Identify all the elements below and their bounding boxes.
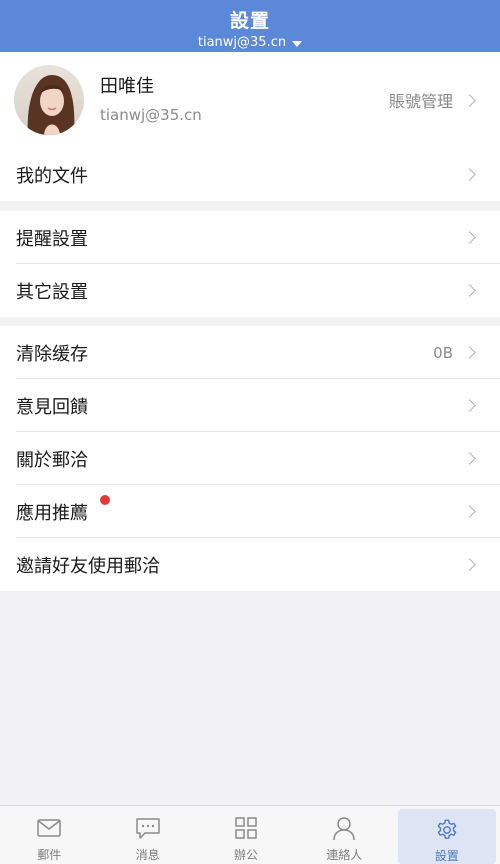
avatar[interactable] <box>14 65 84 135</box>
account-manage-link[interactable]: 賬號管理 <box>388 88 476 112</box>
menu-item-clear-cache[interactable]: 清除缓存 0B <box>0 326 500 379</box>
tab-label: 消息 <box>135 848 160 862</box>
menu-item-invite-friends[interactable]: 邀請好友使用郵洽 <box>0 538 500 591</box>
menu-item-label: 其它設置 <box>16 281 88 303</box>
menu-item-my-files[interactable]: 我的文件 <box>0 148 500 201</box>
chevron-right-icon <box>463 346 476 359</box>
gear-icon <box>437 819 457 839</box>
bottom-tab-bar: 郵件 消息 辦公 連絡人 設置 <box>0 805 500 864</box>
settings-group-files: 我的文件 <box>0 148 500 201</box>
account-email: tianwj@35.cn <box>197 35 287 50</box>
menu-item-label: 關於郵洽 <box>16 449 88 471</box>
profile-card[interactable]: 田唯佳 tianwj@35.cn 賬號管理 <box>0 52 500 148</box>
menu-item-label-text: 應用推薦 <box>16 502 88 524</box>
chevron-right-icon <box>463 93 476 107</box>
profile-email: tianwj@35.cn <box>100 106 202 124</box>
menu-item-label: 清除缓存 <box>16 343 88 365</box>
tab-label: 連絡人 <box>326 848 363 862</box>
account-manage-label: 賬號管理 <box>388 92 453 111</box>
caret-down-icon <box>292 41 303 47</box>
top-bar: 設置 tianwj@35.cn <box>0 0 500 52</box>
profile-name: 田唯佳 <box>100 76 154 97</box>
chevron-right-icon <box>463 399 476 412</box>
menu-item-label: 邀請好友使用郵洽 <box>16 555 160 577</box>
contact-icon <box>333 817 356 841</box>
page-title: 設置 <box>229 10 270 32</box>
chevron-right-icon <box>463 558 476 571</box>
tab-settings[interactable]: 設置 <box>397 809 497 864</box>
menu-item-label: 提醒設置 <box>16 228 88 250</box>
chevron-right-icon <box>463 452 476 465</box>
menu-item-reminder-settings[interactable]: 提醒設置 <box>0 211 500 264</box>
account-switcher[interactable]: tianwj@35.cn <box>197 35 303 51</box>
chevron-right-icon <box>463 505 476 518</box>
menu-item-about[interactable]: 關於郵洽 <box>0 432 500 485</box>
menu-item-feedback[interactable]: 意見回饋 <box>0 379 500 432</box>
tab-contacts[interactable]: 連絡人 <box>295 806 393 864</box>
menu-item-recommended-apps[interactable]: 應用推薦 <box>0 485 500 538</box>
menu-item-label: 意見回饋 <box>16 396 88 418</box>
profile-info: 田唯佳 tianwj@35.cn <box>100 76 389 124</box>
cache-size-value: 0B <box>433 343 453 362</box>
chevron-right-icon <box>463 284 476 297</box>
settings-group-misc: 清除缓存 0B 意見回饋 關於郵洽 應用推薦 邀請好友使用郵洽 <box>0 326 500 591</box>
chevron-right-icon <box>463 168 476 181</box>
tab-label: 辦公 <box>234 848 259 862</box>
tab-office[interactable]: 辦公 <box>197 806 295 864</box>
tab-messages[interactable]: 消息 <box>98 806 196 864</box>
tab-label: 設置 <box>434 849 459 863</box>
tab-label: 郵件 <box>37 848 62 862</box>
tab-mail[interactable]: 郵件 <box>0 806 98 864</box>
mail-icon <box>37 819 61 837</box>
notification-dot <box>100 494 110 505</box>
menu-item-label: 應用推薦 <box>16 494 465 525</box>
menu-item-other-settings[interactable]: 其它設置 <box>0 264 500 317</box>
chevron-right-icon <box>463 231 476 244</box>
chat-icon <box>135 818 160 839</box>
grid-icon <box>235 817 257 839</box>
settings-group-preferences: 提醒設置 其它設置 <box>0 211 500 317</box>
menu-item-label: 我的文件 <box>16 165 88 187</box>
